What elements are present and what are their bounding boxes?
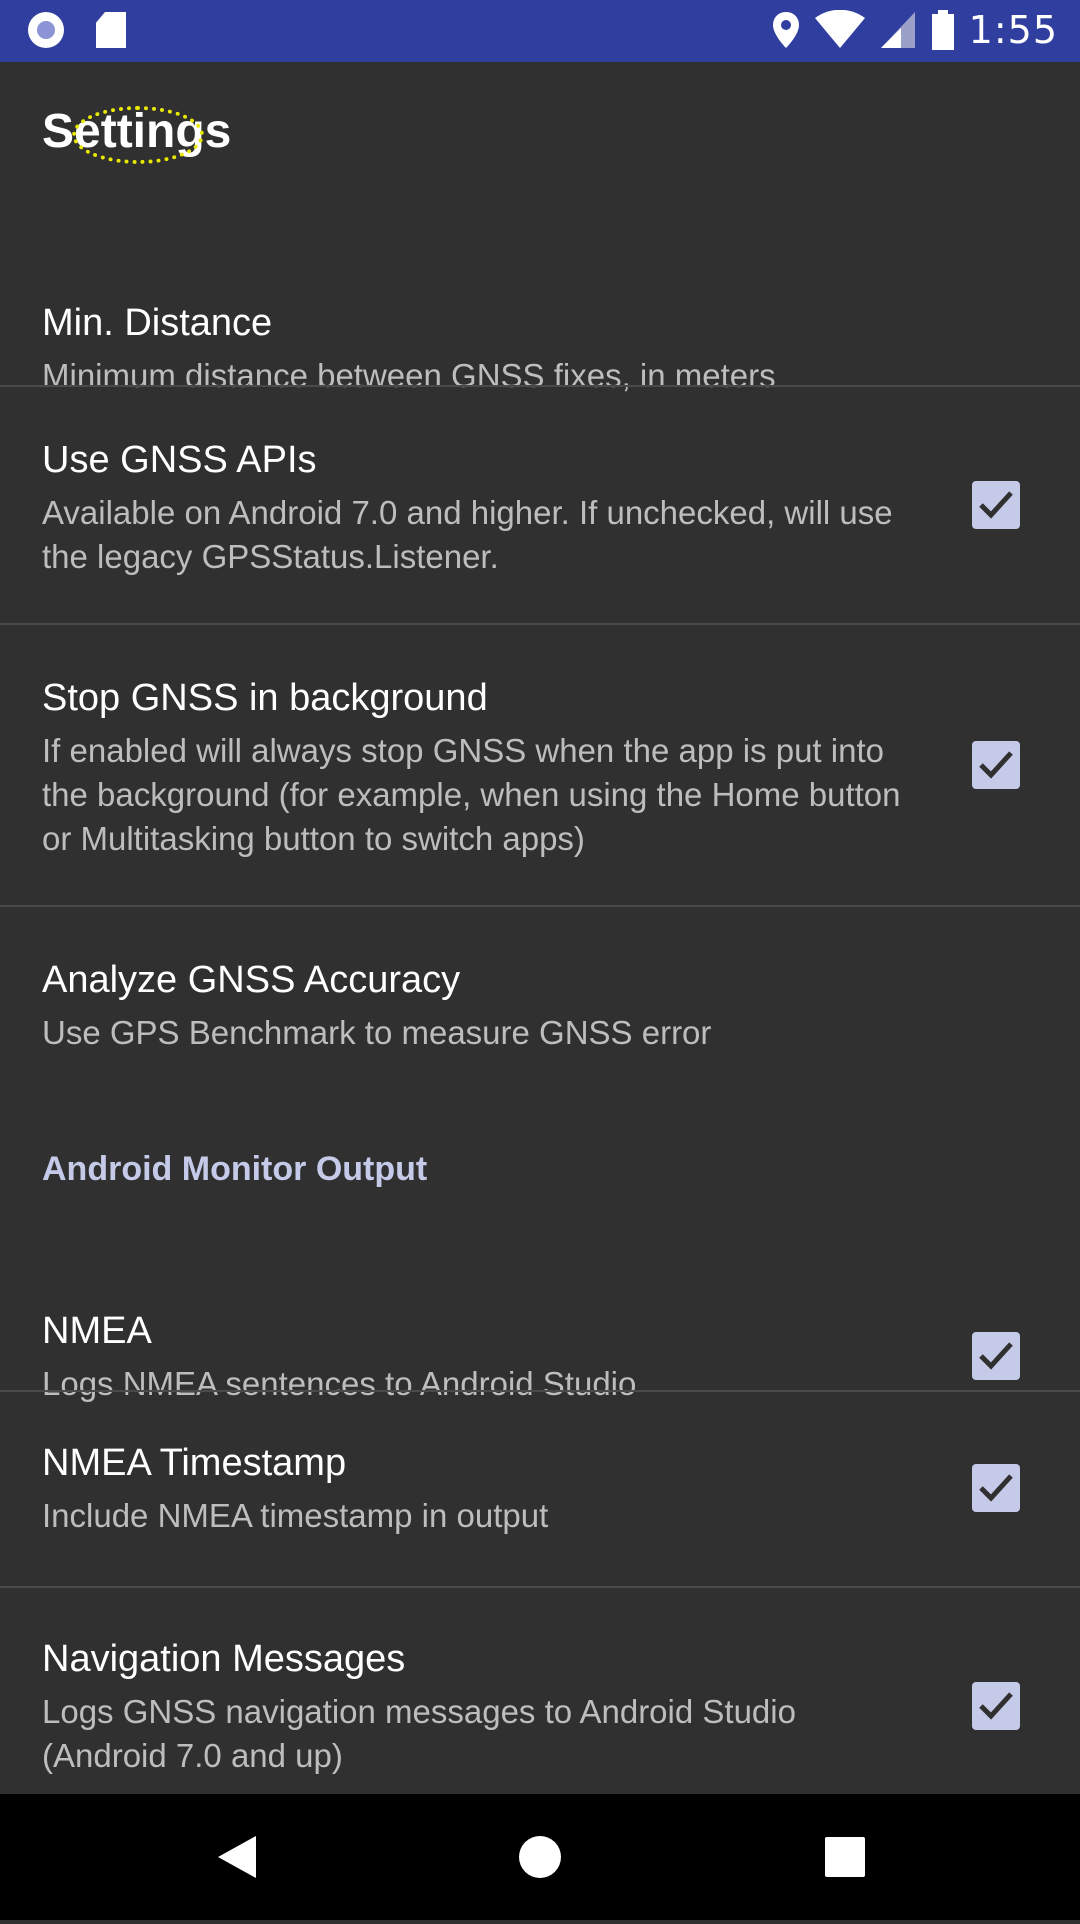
checkbox-stop-gnss-background[interactable] bbox=[972, 741, 1020, 789]
pref-title: Min. Distance bbox=[42, 302, 273, 344]
app-circle-icon bbox=[28, 12, 64, 48]
check-icon bbox=[979, 491, 1013, 519]
pref-summary: Include NMEA timestamp in output bbox=[42, 1497, 549, 1534]
pref-summary: If enabled will always stop GNSS when th… bbox=[42, 732, 901, 857]
navigation-bar bbox=[0, 1794, 1080, 1920]
recents-icon bbox=[825, 1837, 865, 1877]
pref-title: Navigation Messages bbox=[42, 1638, 406, 1680]
recents-button[interactable] bbox=[782, 1794, 908, 1920]
pref-title: Use GNSS APIs bbox=[42, 439, 317, 481]
back-icon bbox=[218, 1836, 256, 1878]
pref-title: Stop GNSS in background bbox=[42, 677, 488, 719]
pref-nmea-timestamp[interactable]: NMEA Timestamp Include NMEA timestamp in… bbox=[0, 1392, 1080, 1586]
check-icon bbox=[979, 1474, 1013, 1502]
settings-screen: Settings Min. Distance Minimum distance … bbox=[0, 62, 1080, 1794]
status-time: 1:55 bbox=[968, 8, 1058, 52]
checkbox-use-gnss-apis[interactable] bbox=[972, 481, 1020, 529]
pref-summary: Logs GNSS navigation messages to Android… bbox=[42, 1693, 796, 1774]
highlight-ring bbox=[72, 106, 204, 164]
pref-title: NMEA Timestamp bbox=[42, 1442, 347, 1484]
pref-stop-gnss-background[interactable]: Stop GNSS in background If enabled will … bbox=[0, 625, 1080, 905]
check-icon bbox=[979, 1692, 1013, 1720]
pref-use-gnss-apis[interactable]: Use GNSS APIs Available on Android 7.0 a… bbox=[0, 387, 1080, 623]
pref-navigation-messages[interactable]: Navigation Messages Logs GNSS navigation… bbox=[0, 1588, 1080, 1794]
home-icon bbox=[519, 1836, 561, 1878]
pref-analyze-gnss-accuracy[interactable]: Analyze GNSS Accuracy Use GPS Benchmark … bbox=[0, 907, 1080, 1087]
location-icon bbox=[772, 12, 799, 48]
signal-icon bbox=[880, 12, 915, 48]
checkbox-nmea-timestamp[interactable] bbox=[972, 1464, 1020, 1512]
pref-title: NMEA bbox=[42, 1310, 152, 1352]
pref-summary: Available on Android 7.0 and higher. If … bbox=[42, 494, 893, 575]
pref-title: Analyze GNSS Accuracy bbox=[42, 959, 461, 1001]
wifi-icon bbox=[814, 10, 865, 48]
check-icon bbox=[979, 1342, 1013, 1370]
status-bar: 1:55 bbox=[0, 0, 1080, 62]
checkbox-nmea[interactable] bbox=[972, 1332, 1020, 1380]
category-header: Android Monitor Output bbox=[42, 1150, 428, 1188]
pref-summary: Use GPS Benchmark to measure GNSS error bbox=[42, 1014, 712, 1051]
check-icon bbox=[979, 751, 1013, 779]
home-button[interactable] bbox=[477, 1794, 603, 1920]
battery-icon bbox=[931, 10, 954, 50]
back-button[interactable] bbox=[172, 1794, 298, 1920]
sd-card-icon bbox=[96, 12, 126, 48]
checkbox-navigation-messages[interactable] bbox=[972, 1682, 1020, 1730]
